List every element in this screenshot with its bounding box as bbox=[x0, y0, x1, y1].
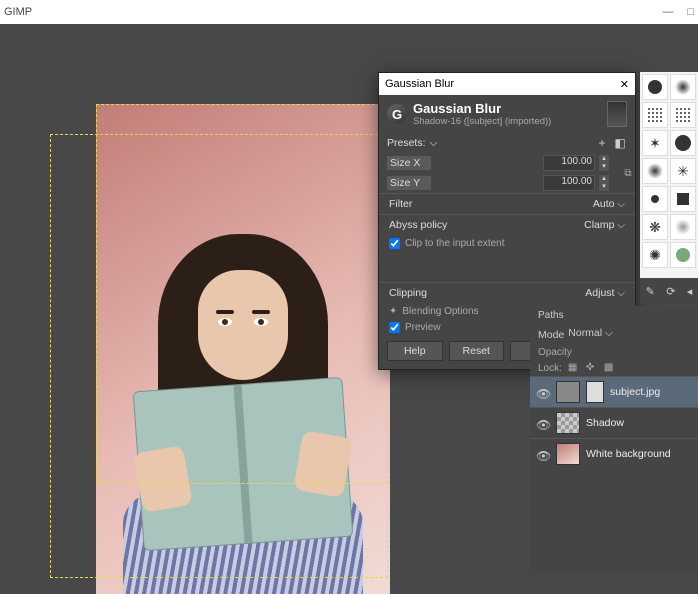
reset-button[interactable]: Reset bbox=[449, 341, 505, 361]
expand-icon[interactable]: ✦ bbox=[389, 306, 397, 317]
sizex-label: Size X bbox=[387, 156, 431, 170]
brush-swatch[interactable] bbox=[642, 74, 668, 100]
brush-swatch[interactable]: ✳ bbox=[670, 158, 696, 184]
brush-swatch[interactable] bbox=[670, 130, 696, 156]
brush-swatch[interactable]: ✺ bbox=[642, 242, 668, 268]
filter-mode-label: Filter bbox=[389, 198, 412, 210]
preview-label: Preview bbox=[405, 322, 441, 333]
brush-swatch[interactable] bbox=[642, 158, 668, 184]
app-title: GIMP bbox=[4, 6, 32, 18]
minimize-icon[interactable]: — bbox=[662, 6, 673, 18]
brush-swatch[interactable]: ❋ bbox=[642, 214, 668, 240]
sizex-input[interactable]: 100.00 bbox=[543, 155, 595, 171]
layer-name[interactable]: White background bbox=[586, 448, 671, 460]
sizey-down[interactable]: ▾ bbox=[599, 183, 609, 191]
layers-panel: Layers Channels Paths Mode Normal ⌵ Opac… bbox=[530, 306, 698, 574]
brush-swatch[interactable] bbox=[670, 186, 696, 212]
visibility-icon[interactable]: 👁 bbox=[536, 418, 550, 428]
preset-manage-icon[interactable]: ◧ bbox=[613, 136, 627, 150]
layer-thumb-icon bbox=[607, 101, 627, 127]
help-button[interactable]: Help bbox=[387, 341, 443, 361]
sizey-input[interactable]: 100.00 bbox=[543, 175, 595, 191]
sizey-label: Size Y bbox=[387, 176, 431, 190]
dialog-title: Gaussian Blur bbox=[413, 101, 551, 116]
mode-label: Mode bbox=[538, 329, 564, 341]
layer-row[interactable]: 👁 White background bbox=[530, 438, 698, 469]
gegl-icon: G bbox=[387, 104, 407, 124]
visibility-icon[interactable]: 👁 bbox=[536, 449, 550, 459]
layer-name[interactable]: subject.jpg bbox=[610, 386, 660, 398]
clip-extent-checkbox[interactable] bbox=[389, 238, 400, 249]
chevron-down-icon: ⌵ bbox=[617, 220, 625, 231]
brush-swatch[interactable] bbox=[642, 102, 668, 128]
preview-checkbox[interactable] bbox=[389, 322, 400, 333]
brush-swatch[interactable]: ✶ bbox=[642, 130, 668, 156]
layer-thumb bbox=[556, 412, 580, 434]
brush-swatch[interactable] bbox=[642, 186, 668, 212]
mode-value: Normal bbox=[568, 327, 602, 339]
layer-row[interactable]: 👁 Shadow bbox=[530, 407, 698, 438]
tab-paths[interactable]: Paths bbox=[538, 310, 564, 321]
brush-swatch[interactable] bbox=[670, 102, 696, 128]
chevron-down-icon: ⌵ bbox=[430, 137, 438, 149]
layer-name[interactable]: Shadow bbox=[586, 417, 624, 429]
brush-swatch[interactable] bbox=[670, 214, 696, 240]
filter-mode-value[interactable]: Auto bbox=[593, 198, 615, 210]
abyss-label: Abyss policy bbox=[389, 219, 447, 231]
lock-label: Lock: bbox=[538, 363, 562, 374]
layer-thumb bbox=[556, 443, 580, 465]
presets-label: Presets: bbox=[387, 137, 426, 149]
chevron-down-icon: ⌵ bbox=[617, 199, 625, 210]
maximize-icon[interactable]: □ bbox=[687, 6, 694, 18]
clipping-label: Clipping bbox=[389, 287, 427, 299]
lock-pos-icon[interactable]: ✜ bbox=[586, 362, 598, 374]
brush-refresh-icon[interactable]: ⟳ bbox=[666, 285, 675, 298]
preset-add-icon[interactable]: + bbox=[595, 136, 609, 150]
visibility-icon[interactable]: 👁 bbox=[536, 387, 550, 397]
dialog-window-title: Gaussian Blur bbox=[385, 78, 454, 90]
clipping-value[interactable]: Adjust bbox=[585, 287, 614, 299]
blending-options-label[interactable]: Blending Options bbox=[402, 306, 478, 317]
layer-mask-thumb bbox=[586, 381, 604, 403]
presets-dropdown[interactable]: ⌵ bbox=[430, 137, 591, 150]
mode-dropdown[interactable]: Normal ⌵ bbox=[568, 327, 690, 343]
abyss-value[interactable]: Clamp bbox=[584, 219, 614, 231]
sizex-up[interactable]: ▴ bbox=[599, 155, 609, 163]
brush-swatch[interactable] bbox=[670, 74, 696, 100]
opacity-label: Opacity bbox=[530, 345, 698, 360]
lock-pixel-icon[interactable]: ▦ bbox=[568, 362, 580, 374]
sizex-down[interactable]: ▾ bbox=[599, 163, 609, 171]
brush-swatch[interactable] bbox=[670, 242, 696, 268]
brushes-panel[interactable]: ✶ ✳ ❋ ✺ bbox=[640, 72, 698, 278]
link-xy-icon[interactable]: ⧉ bbox=[621, 168, 635, 179]
selection-marquee-inner bbox=[96, 104, 390, 484]
brush-menu-icon[interactable]: ◂ bbox=[687, 285, 693, 298]
lock-alpha-icon[interactable]: ▩ bbox=[604, 362, 616, 374]
chevron-down-icon: ⌵ bbox=[617, 288, 625, 299]
close-icon[interactable]: ✕ bbox=[620, 78, 629, 91]
layer-thumb bbox=[556, 381, 580, 403]
layer-row[interactable]: 👁 subject.jpg bbox=[530, 376, 698, 407]
dialog-subtitle: Shadow-16 ([subject] (imported)) bbox=[413, 116, 551, 127]
sizey-up[interactable]: ▴ bbox=[599, 175, 609, 183]
clip-extent-label: Clip to the input extent bbox=[405, 238, 505, 249]
brush-edit-icon[interactable]: ✎ bbox=[646, 285, 655, 298]
